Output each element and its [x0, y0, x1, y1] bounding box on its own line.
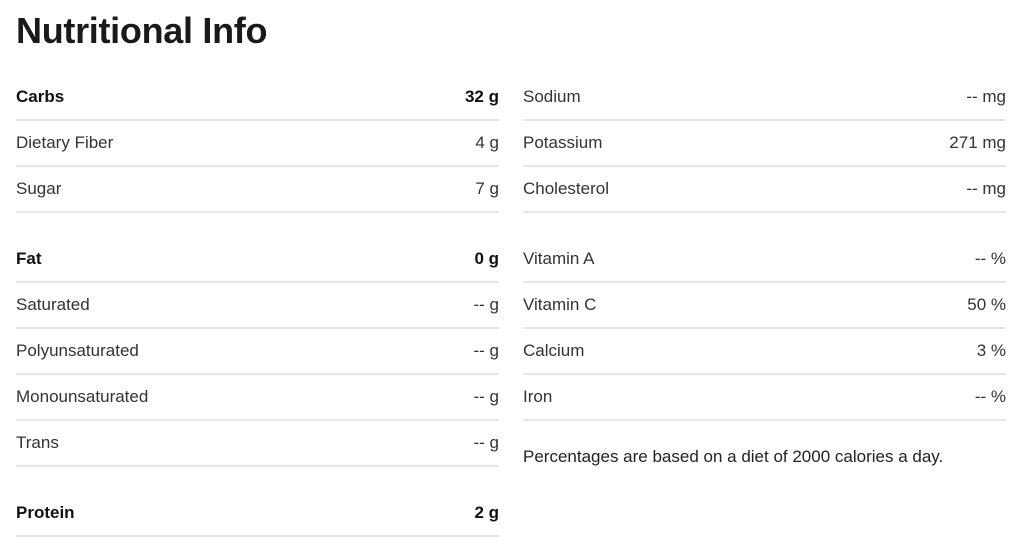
minerals-group: Sodium -- mg Potassium 271 mg Cholestero… — [523, 75, 1006, 213]
nutrient-row-calcium: Calcium 3 % — [523, 329, 1006, 375]
nutrient-value: 50 % — [967, 295, 1006, 314]
nutrient-value: -- mg — [966, 87, 1006, 106]
nutrient-label: Cholesterol — [523, 179, 609, 198]
nutrient-value: -- g — [473, 295, 500, 314]
vitamins-group: Vitamin A -- % Vitamin C 50 % Calcium 3 … — [523, 237, 1006, 421]
nutrient-row-iron: Iron -- % — [523, 375, 1006, 421]
nutrient-value: 3 % — [976, 341, 1006, 360]
nutrient-value: -- g — [473, 433, 500, 452]
nutrient-label: Vitamin C — [523, 295, 597, 314]
micronutrients-column: Sodium -- mg Potassium 271 mg Cholestero… — [523, 75, 1006, 467]
nutrient-value: -- % — [974, 249, 1006, 268]
protein-group: Protein 2 g — [16, 491, 499, 537]
nutrient-value: -- g — [473, 387, 500, 406]
nutrient-label: Sugar — [16, 179, 62, 198]
nutrient-label: Protein — [16, 503, 75, 522]
nutrient-label: Saturated — [16, 295, 90, 314]
nutrient-value: -- mg — [966, 179, 1006, 198]
nutrient-row-cholesterol: Cholesterol -- mg — [523, 167, 1006, 213]
nutrient-value: -- % — [974, 387, 1006, 406]
nutrient-value: -- g — [473, 341, 500, 360]
nutrient-row-monounsaturated: Monounsaturated -- g — [16, 375, 499, 421]
nutrient-row-vitamin-c: Vitamin C 50 % — [523, 283, 1006, 329]
nutrient-label: Iron — [523, 387, 553, 406]
nutrient-label: Trans — [16, 433, 59, 452]
nutrient-label: Calcium — [523, 341, 585, 360]
page-title: Nutritional Info — [16, 10, 268, 51]
nutrient-row-dietary-fiber: Dietary Fiber 4 g — [16, 121, 499, 167]
nutrient-row-protein: Protein 2 g — [16, 491, 499, 537]
daily-value-note: Percentages are based on a diet of 2000 … — [523, 447, 944, 466]
nutrient-row-potassium: Potassium 271 mg — [523, 121, 1006, 167]
nutrient-label: Dietary Fiber — [16, 133, 114, 152]
nutrient-label: Carbs — [16, 87, 65, 106]
nutrient-label: Fat — [16, 249, 42, 268]
nutrient-value: 0 g — [474, 249, 499, 268]
carbs-group: Carbs 32 g Dietary Fiber 4 g Sugar 7 g — [16, 75, 499, 213]
nutrient-value: 7 g — [475, 179, 499, 198]
nutrient-label: Vitamin A — [523, 249, 595, 268]
nutrient-value: 2 g — [474, 503, 499, 522]
nutrient-row-carbs: Carbs 32 g — [16, 75, 499, 121]
fat-group: Fat 0 g Saturated -- g Polyunsaturated -… — [16, 237, 499, 467]
nutrient-value: 32 g — [464, 87, 499, 106]
nutrient-label: Monounsaturated — [16, 387, 149, 406]
nutrient-row-saturated: Saturated -- g — [16, 283, 499, 329]
nutrient-label: Sodium — [523, 87, 581, 106]
nutrient-label: Polyunsaturated — [16, 341, 139, 360]
nutrient-value: 4 g — [475, 133, 499, 152]
nutrient-value: 271 mg — [949, 133, 1006, 152]
nutrient-row-vitamin-a: Vitamin A -- % — [523, 237, 1006, 283]
nutrient-row-sodium: Sodium -- mg — [523, 75, 1006, 121]
nutrient-row-fat: Fat 0 g — [16, 237, 499, 283]
nutrient-row-sugar: Sugar 7 g — [16, 167, 499, 213]
nutrient-row-trans: Trans -- g — [16, 421, 499, 467]
macronutrients-column: Carbs 32 g Dietary Fiber 4 g Sugar 7 g F… — [16, 75, 499, 537]
nutrient-label: Potassium — [523, 133, 603, 152]
nutrient-row-polyunsaturated: Polyunsaturated -- g — [16, 329, 499, 375]
